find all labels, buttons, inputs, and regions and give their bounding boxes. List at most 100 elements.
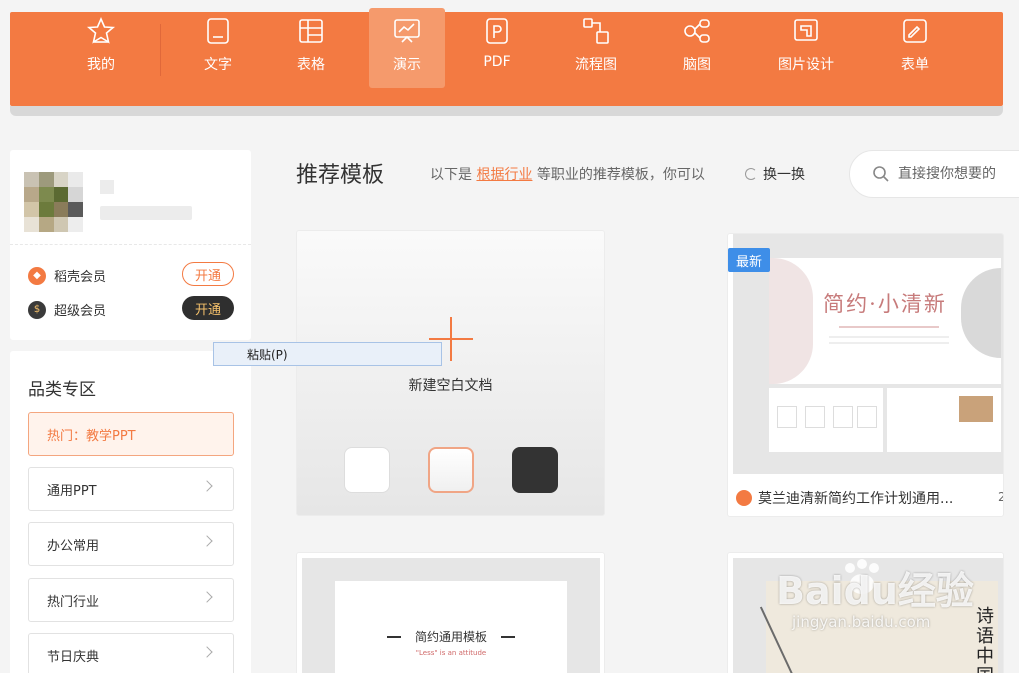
industry-link[interactable]: 根据行业	[476, 167, 532, 183]
photo-thumbnail	[959, 396, 993, 422]
category-label: 通用PPT	[47, 483, 97, 499]
image-design-icon	[794, 19, 818, 41]
category-label: 热门行业	[47, 594, 100, 610]
super-member-row: $ 超级会员	[28, 300, 106, 319]
search-input[interactable]	[898, 166, 1019, 182]
nav-item-text[interactable]: 文字	[180, 8, 256, 88]
member-label: 稻壳会员	[54, 270, 107, 285]
nav-item-form[interactable]: 表单	[877, 8, 953, 88]
watermark: Baidu经验 jingyan.baidu.com	[776, 560, 986, 650]
search-icon	[873, 166, 889, 182]
new-blank-label: 新建空白文档	[408, 378, 493, 394]
category-panel: 品类专区 热门：教学PPT 通用PPT 办公常用 热门行业 节日庆典	[10, 351, 251, 673]
open-super-member-button[interactable]: 开通	[182, 296, 234, 320]
presentation-icon	[394, 19, 420, 43]
nav-divider	[160, 24, 161, 76]
nav-label: PDF	[483, 54, 511, 70]
refresh-label: 换一换	[763, 167, 805, 183]
username-blur	[100, 206, 192, 220]
decoration	[829, 336, 949, 338]
top-navigation-shadow	[10, 106, 1003, 116]
pdf-icon	[486, 18, 508, 44]
category-item-festival[interactable]: 节日庆典	[28, 633, 234, 673]
context-menu-paste[interactable]: 粘贴(P)	[213, 342, 442, 366]
template-card[interactable]: 简约·小清新 最新 莫兰迪清新简约工作计划通用... 2	[727, 233, 1004, 517]
search-box[interactable]	[849, 150, 1019, 198]
gradient-theme-swatch[interactable]	[428, 447, 474, 493]
nav-label: 图片设计	[778, 57, 834, 73]
decoration	[839, 326, 939, 328]
slide-preview: 简约·小清新	[769, 258, 1001, 384]
chevron-right-icon	[201, 591, 213, 603]
white-theme-swatch[interactable]	[344, 447, 390, 493]
nav-label: 脑图	[683, 57, 711, 73]
decoration	[777, 406, 797, 428]
nav-item-presentation[interactable]: 演示	[369, 8, 445, 88]
user-card: ◆ 稻壳会员 开通 $ 超级会员 开通	[10, 150, 251, 340]
decoration	[769, 258, 813, 384]
nav-label: 文字	[204, 57, 232, 73]
hint-text: 以下是	[430, 167, 472, 183]
slide-preview	[887, 388, 1001, 452]
avatar[interactable]	[24, 172, 98, 232]
docer-member-icon: ◆	[28, 266, 46, 285]
refresh-icon	[745, 168, 757, 180]
decoration	[501, 636, 515, 638]
dark-theme-swatch[interactable]	[512, 447, 558, 493]
nav-label: 我的	[87, 57, 115, 73]
username-blur	[100, 180, 114, 194]
decoration	[833, 406, 853, 428]
open-docer-member-button[interactable]: 开通	[182, 262, 234, 286]
category-item-industry[interactable]: 热门行业	[28, 578, 234, 622]
super-member-icon: $	[28, 300, 46, 319]
nav-item-spreadsheet[interactable]: 表格	[273, 8, 349, 88]
template-name: 莫兰迪清新简约工作计划通用...	[758, 491, 954, 507]
refresh-button[interactable]: 换一换	[745, 164, 805, 184]
recommendation-hint: 以下是 根据行业 等职业的推荐模板，你可以	[430, 164, 705, 184]
template-card[interactable]: 简约通用模板 "Less" is an attitude	[296, 552, 605, 673]
mindmap-icon	[684, 19, 710, 43]
form-icon	[903, 19, 927, 43]
chevron-right-icon	[201, 535, 213, 547]
chevron-right-icon	[201, 480, 213, 492]
slide-preview: 简约通用模板 "Less" is an attitude	[335, 581, 567, 673]
docer-member-row: ◆ 稻壳会员	[28, 266, 106, 285]
category-item-hot-teaching[interactable]: 热门：教学PPT	[28, 412, 234, 456]
category-title: 品类专区	[28, 380, 96, 400]
nav-item-pdf[interactable]: PDF	[459, 8, 535, 88]
slide-title: 简约通用模板	[414, 630, 487, 644]
decoration	[829, 342, 949, 344]
nav-label: 表格	[297, 57, 325, 73]
table-icon	[299, 19, 323, 43]
slide-preview	[769, 388, 883, 452]
document-icon	[207, 18, 229, 44]
watermark-text: Baidu经验	[776, 569, 974, 613]
member-label: 超级会员	[54, 304, 107, 319]
template-footer: 莫兰迪清新简约工作计划通用...	[736, 488, 953, 508]
plus-icon	[450, 317, 452, 361]
template-count: 2	[998, 490, 1003, 504]
decoration	[857, 406, 877, 428]
template-thumbnail: 简约·小清新	[733, 234, 1003, 474]
category-item-office[interactable]: 办公常用	[28, 522, 234, 566]
slide-title: 简约·小清新	[823, 292, 947, 316]
flowchart-icon	[583, 18, 609, 44]
page-title: 推荐模板	[296, 163, 385, 188]
nav-item-mine[interactable]: 我的	[63, 8, 139, 88]
paste-label: 粘贴(P)	[247, 347, 288, 362]
nav-item-mindmap[interactable]: 脑图	[659, 8, 735, 88]
slide-subtitle: "Less" is an attitude	[415, 649, 487, 657]
category-label: 热门：教学PPT	[47, 428, 136, 444]
nav-item-image-design[interactable]: 图片设计	[768, 8, 844, 88]
nav-label: 流程图	[575, 57, 617, 73]
docer-member-icon	[736, 490, 752, 506]
star-icon	[86, 17, 116, 44]
decoration	[805, 406, 825, 428]
watermark-url: jingyan.baidu.com	[792, 613, 931, 631]
chevron-right-icon	[201, 646, 213, 658]
new-blank-document-card[interactable]: 新建空白文档	[296, 230, 605, 516]
category-item-general-ppt[interactable]: 通用PPT	[28, 467, 234, 511]
nav-label: 演示	[393, 57, 421, 73]
category-label: 办公常用	[47, 538, 100, 554]
nav-item-flowchart[interactable]: 流程图	[558, 8, 634, 88]
